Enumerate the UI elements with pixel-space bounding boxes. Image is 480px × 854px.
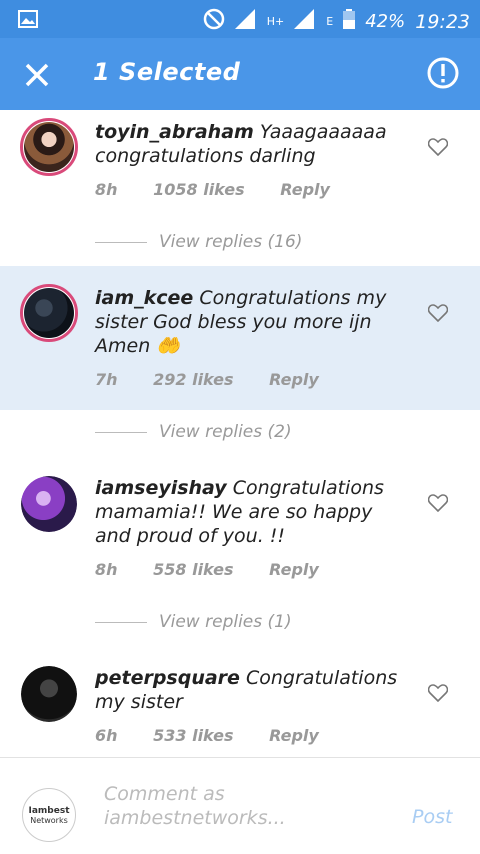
comment-time: 7h [95,370,118,389]
comment-username[interactable]: peterpsquare [95,667,240,689]
post-button[interactable]: Post [412,806,452,828]
comment-time: 8h [95,180,118,199]
view-replies-label: View replies (16) [159,232,303,252]
status-bar: H+ E 42% 19:23 [0,0,480,38]
comment-input[interactable]: Comment as iambestnetworks... [104,782,394,830]
view-replies-link[interactable]: View replies (2) [95,422,292,442]
comment-likes[interactable]: 533 likes [153,726,233,745]
replies-divider [95,241,147,243]
signal-icon [234,9,257,34]
battery-percent: 42% [365,11,406,32]
comment-text: iam_kcee Congratulations my sister God b… [95,286,410,358]
heart-icon [427,684,449,703]
avatar[interactable] [21,666,77,722]
comment-username[interactable]: iam_kcee [95,287,193,309]
reply-button[interactable]: Reply [269,560,319,579]
avatar-logo-top: Iambest [28,805,70,816]
do-not-disturb-icon [203,8,225,35]
comment-item-selected[interactable]: iam_kcee Congratulations my sister God b… [0,266,480,410]
comment-item[interactable]: toyin_abraham Yaaagaaaaaa congratulation… [0,110,480,266]
battery-icon [343,9,356,34]
comment-text: toyin_abraham Yaaagaaaaaa congratulation… [95,120,410,168]
heart-icon [427,494,449,513]
comment-text: peterpsquare Congratulations my sister [95,666,410,714]
signal-icon-2 [294,9,316,34]
alert-icon [427,57,459,89]
comment-time: 6h [95,726,118,745]
heart-icon [427,138,449,157]
close-icon [25,63,49,87]
comment-likes[interactable]: 1058 likes [153,180,245,199]
report-button[interactable] [426,56,462,92]
avatar[interactable] [21,476,77,532]
reply-button[interactable]: Reply [269,370,319,389]
comment-text: iamseyishay Congratulations mamamia!! We… [95,476,410,548]
network-type-h: H+ [266,15,285,28]
like-button[interactable] [427,494,449,514]
comment-item[interactable]: peterpsquare Congratulations my sister 6… [0,660,480,757]
replies-divider [95,431,147,433]
comment-meta: 6h 533 likes Reply [95,726,349,745]
reply-button[interactable]: Reply [269,726,319,745]
like-button[interactable] [427,304,449,324]
reply-button[interactable]: Reply [280,180,330,199]
avatar-logo-bottom: Networks [30,815,68,825]
gallery-icon [18,10,38,32]
close-button[interactable] [20,58,54,92]
comment-meta: 8h 558 likes Reply [95,560,349,579]
comment-meta: 8h 1058 likes Reply [95,180,360,199]
comment-item[interactable]: iamseyishay Congratulations mamamia!! We… [0,470,480,640]
replies-divider [95,621,147,623]
comment-username[interactable]: toyin_abraham [95,121,254,143]
comment-likes[interactable]: 558 likes [153,560,233,579]
clock: 19:23 [415,10,470,33]
like-button[interactable] [427,684,449,704]
view-replies-label: View replies (2) [159,422,292,442]
view-replies-link[interactable]: View replies (1) [95,612,292,632]
avatar[interactable] [20,284,78,342]
heart-icon [427,304,449,323]
comment-meta: 7h 292 likes Reply [95,370,349,389]
like-button[interactable] [427,138,449,158]
view-replies-label: View replies (1) [159,612,292,632]
composer-avatar: Iambest Networks [22,788,76,842]
page-title: 1 Selected [93,58,241,86]
comment-time: 8h [95,560,118,579]
network-type-e: E [326,15,334,28]
avatar[interactable] [20,118,78,176]
view-replies-link[interactable]: View replies (16) [95,232,302,252]
selection-toolbar: 1 Selected [0,38,480,110]
composer-divider [0,757,480,758]
comment-username[interactable]: iamseyishay [95,477,227,499]
comment-likes[interactable]: 292 likes [153,370,233,389]
